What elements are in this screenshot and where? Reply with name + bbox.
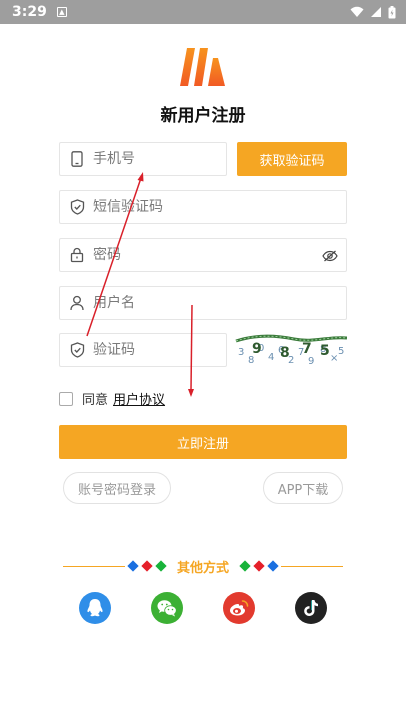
- svg-text:5: 5: [338, 346, 344, 357]
- lock-icon: [69, 247, 85, 263]
- shield-icon: [69, 199, 85, 215]
- battery-icon: [388, 5, 396, 18]
- weibo-icon: [230, 600, 249, 616]
- svg-text:4: 4: [268, 352, 274, 363]
- sms-code-input[interactable]: [93, 199, 293, 215]
- wifi-icon: [350, 6, 364, 17]
- weibo-login-button[interactable]: [223, 592, 255, 624]
- phone-icon: [69, 151, 85, 167]
- agreement-row: 同意 用户协议: [59, 389, 165, 408]
- diamond-decoration: [127, 560, 167, 572]
- sms-code-field[interactable]: [59, 190, 347, 224]
- wechat-login-button[interactable]: [151, 592, 183, 624]
- divider-line: [281, 565, 344, 567]
- status-bar: 3:29 ▲: [0, 0, 406, 24]
- qq-icon: [87, 599, 103, 617]
- captcha-field[interactable]: [59, 333, 227, 367]
- agree-label: 同意: [82, 393, 109, 408]
- status-icons: [350, 5, 396, 19]
- agree-checkbox[interactable]: [59, 391, 73, 406]
- username-field[interactable]: [59, 286, 347, 320]
- captcha-input[interactable]: [93, 342, 213, 358]
- notification-icon: ▲: [56, 7, 67, 17]
- svg-text:7: 7: [302, 341, 312, 357]
- username-input[interactable]: [93, 295, 293, 311]
- get-code-button[interactable]: 获取验证码: [237, 142, 347, 176]
- svg-text:8: 8: [280, 345, 290, 361]
- captcha-image[interactable]: 3804 6279 8×5 9875: [234, 333, 347, 367]
- app-logo: [180, 48, 225, 86]
- douyin-login-button[interactable]: [295, 592, 327, 624]
- phone-input[interactable]: [93, 151, 213, 167]
- svg-text:9: 9: [308, 356, 314, 367]
- other-methods-divider: 其他方式: [63, 558, 344, 576]
- svg-text:9: 9: [252, 341, 262, 357]
- register-button[interactable]: 立即注册: [59, 425, 347, 459]
- diamond-decoration: [239, 560, 279, 572]
- divider-line: [63, 565, 125, 567]
- password-input[interactable]: [93, 247, 293, 263]
- other-methods-label: 其他方式: [177, 560, 230, 576]
- status-time: 3:29: [12, 4, 47, 20]
- eye-icon[interactable]: [322, 248, 338, 264]
- app-download-link[interactable]: APP下载: [263, 472, 343, 504]
- qq-login-button[interactable]: [79, 592, 111, 624]
- svg-text:5: 5: [320, 343, 330, 359]
- account-login-link[interactable]: 账号密码登录: [63, 472, 171, 504]
- signal-icon: [371, 7, 381, 17]
- wechat-icon: [157, 600, 177, 617]
- svg-text:3: 3: [238, 347, 244, 358]
- agreement-link[interactable]: 用户协议: [113, 389, 165, 408]
- phone-field[interactable]: [59, 142, 227, 176]
- douyin-icon: [304, 600, 318, 616]
- user-icon: [69, 295, 85, 311]
- password-field[interactable]: [59, 238, 347, 272]
- shield-icon: [69, 342, 85, 358]
- page-title: 新用户注册: [160, 106, 246, 126]
